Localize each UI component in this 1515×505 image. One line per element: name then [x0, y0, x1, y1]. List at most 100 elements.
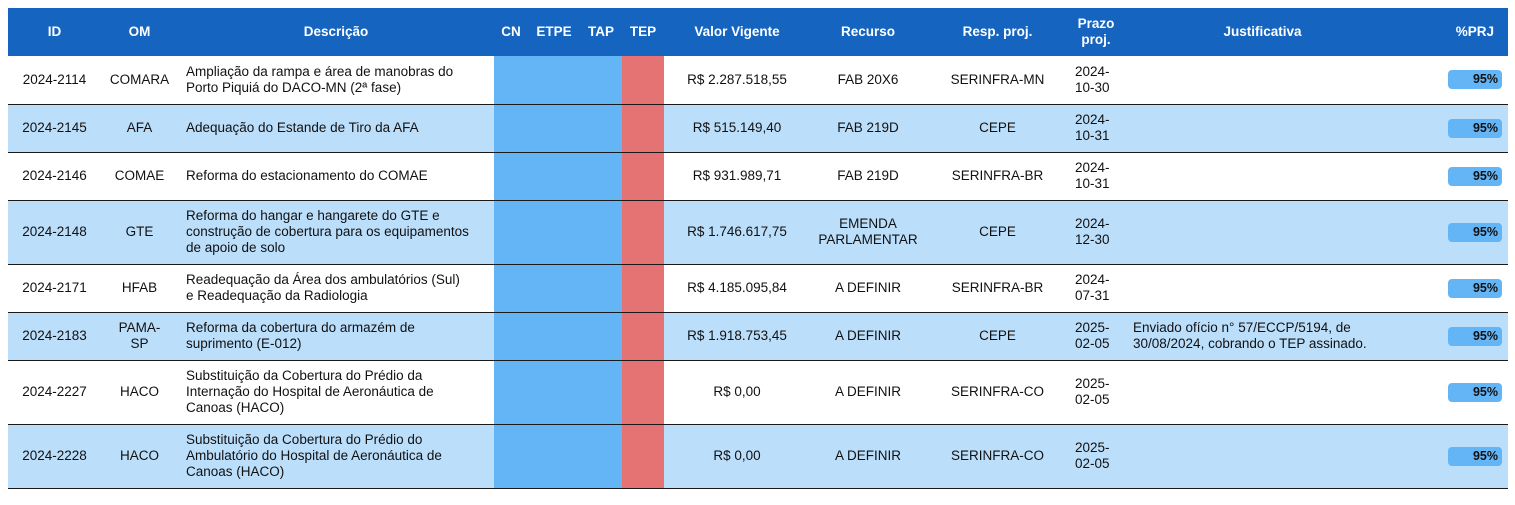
status-cn-cell	[494, 104, 528, 153]
cell-id: 2024-2146	[8, 152, 101, 201]
status-cn-cell	[494, 264, 528, 313]
status-tap-cell	[580, 424, 622, 489]
header-tep[interactable]: TEP	[622, 8, 664, 56]
header-justificativa[interactable]: Justificativa	[1123, 8, 1402, 56]
table-row[interactable]: 2024-2171 HFAB Readequação da Área dos amb…	[8, 264, 1508, 313]
prazo-line: 2024-	[1075, 112, 1110, 127]
recurso-line: FAB 219D	[837, 120, 899, 135]
table-row[interactable]: 2024-2145 AFA Adequação do Estande de Tiro…	[8, 104, 1508, 153]
header-descricao[interactable]: Descrição	[178, 8, 494, 56]
cell-recurso: A DEFINIR	[810, 264, 926, 313]
status-etpe-cell	[528, 200, 580, 265]
om-line: COMARA	[109, 71, 170, 87]
table-body: 2024-2114 COMARA Ampliação da rampa e área…	[8, 56, 1508, 489]
cell-valor-vigente: R$ 0,00	[664, 360, 810, 425]
header-etpe[interactable]: ETPE	[528, 8, 580, 56]
table-row[interactable]: 2024-2183 PAMA- SP Reforma da cobertura do …	[8, 312, 1508, 361]
projects-table-container: ID OM Descrição CN ETPE TAP TEP Valor Vi…	[8, 8, 1508, 489]
cell-descricao: Reforma do estacionamento do COMAE	[178, 152, 494, 201]
om-line: PAMA-	[118, 320, 161, 335]
status-etpe-cell	[528, 264, 580, 313]
cell-valor-vigente: R$ 515.149,40	[664, 104, 810, 153]
status-tep-cell	[622, 312, 664, 361]
prazo-line: 10-30	[1075, 79, 1110, 95]
header-resp-proj[interactable]: Resp. proj.	[926, 8, 1069, 56]
status-tap-cell	[580, 56, 622, 105]
cell-resp-proj: SERINFRA-CO	[926, 360, 1069, 425]
prj-progress-badge: 95%	[1448, 382, 1502, 402]
recurso-line: A DEFINIR	[834, 328, 901, 343]
status-cn-cell	[494, 312, 528, 361]
descricao-line: Porto Piquiá do DACO-MN (2ª fase)	[186, 79, 402, 95]
table-row[interactable]: 2024-2148 GTE Reforma do hangar e hangaret…	[8, 200, 1508, 265]
descricao-line: Internação do Hospital de Aeronáutica de	[186, 384, 434, 399]
cell-resp-proj: SERINFRA-BR	[926, 264, 1069, 313]
cell-om: GTE	[101, 200, 178, 265]
header-row: ID OM Descrição CN ETPE TAP TEP Valor Vi…	[8, 8, 1508, 56]
cell-om: HACO	[101, 360, 178, 425]
status-tap-cell	[580, 312, 622, 361]
prj-progress-badge: 95%	[1448, 166, 1502, 186]
status-tap-cell	[580, 264, 622, 313]
status-cn-cell	[494, 424, 528, 489]
status-tep-cell	[622, 152, 664, 201]
header-prazo-proj[interactable]: Prazo proj.	[1069, 8, 1123, 56]
header-recurso[interactable]: Recurso	[810, 8, 926, 56]
status-cn-cell	[494, 56, 528, 105]
cell-valor-vigente: R$ 4.185.095,84	[664, 264, 810, 313]
prazo-line: 2024-	[1075, 216, 1110, 231]
prazo-line: 02-05	[1075, 392, 1110, 407]
header-om[interactable]: OM	[101, 8, 178, 56]
om-line: GTE	[125, 224, 154, 239]
projects-table: ID OM Descrição CN ETPE TAP TEP Valor Vi…	[8, 8, 1508, 489]
header-prj[interactable]: %PRJ	[1402, 8, 1508, 56]
table-row[interactable]: 2024-2228 HACO Substituição da Cobertura d…	[8, 424, 1508, 489]
status-etpe-cell	[528, 152, 580, 201]
prj-progress-badge: 95%	[1448, 70, 1502, 90]
recurso-line: PARLAMENTAR	[818, 232, 918, 247]
cell-prazo-proj: 2024- 10-31	[1069, 104, 1123, 153]
table-row[interactable]: 2024-2114 COMARA Ampliação da rampa e área…	[8, 56, 1508, 105]
cell-prazo-proj: 2024- 12-30	[1069, 200, 1123, 265]
justificativa-line: Enviado ofício n° 57/ECCP/5194, de	[1133, 320, 1351, 335]
cell-om: AFA	[101, 104, 178, 153]
table-row[interactable]: 2024-2146 COMAE Reforma do estacionamento …	[8, 152, 1508, 201]
cell-prj: 95%	[1402, 56, 1508, 105]
descricao-line: de apoio de solo	[186, 240, 286, 255]
prj-progress-badge: 95%	[1448, 446, 1502, 466]
cell-prazo-proj: 2025- 02-05	[1069, 312, 1123, 361]
cell-id: 2024-2145	[8, 104, 101, 153]
header-tap[interactable]: TAP	[580, 8, 622, 56]
table-row[interactable]: 2024-2227 HACO Substituição da Cobertura d…	[8, 360, 1508, 425]
header-id[interactable]: ID	[8, 8, 101, 56]
cell-resp-proj: CEPE	[926, 104, 1069, 153]
descricao-line: construção de cobertura para os equipame…	[186, 224, 469, 239]
recurso-line: FAB 219D	[837, 168, 899, 183]
prazo-line: 2025-	[1075, 320, 1110, 335]
status-tep-cell	[622, 360, 664, 425]
descricao-line: Ampliação da rampa e área de manobras do	[186, 63, 454, 79]
om-line: AFA	[126, 120, 153, 135]
descricao-line: Reforma do hangar e hangarete do GTE e	[186, 208, 440, 223]
prazo-line: 02-05	[1075, 456, 1110, 471]
status-etpe-cell	[528, 360, 580, 425]
cell-recurso: A DEFINIR	[810, 424, 926, 489]
cell-id: 2024-2183	[8, 312, 101, 361]
cell-resp-proj: CEPE	[926, 200, 1069, 265]
header-cn[interactable]: CN	[494, 8, 528, 56]
header-valor-vigente[interactable]: Valor Vigente	[664, 8, 810, 56]
cell-descricao: Reforma do hangar e hangarete do GTE e co…	[178, 200, 494, 265]
cell-id: 2024-2114	[8, 56, 101, 105]
cell-om: HACO	[101, 424, 178, 489]
cell-recurso: FAB 219D	[810, 152, 926, 201]
prazo-line: 2025-	[1075, 376, 1110, 391]
cell-justificativa	[1123, 424, 1402, 489]
cell-prazo-proj: 2024- 10-31	[1069, 152, 1123, 201]
status-tep-cell	[622, 264, 664, 313]
status-tap-cell	[580, 104, 622, 153]
cell-prj: 95%	[1402, 104, 1508, 153]
cell-prj: 95%	[1402, 424, 1508, 489]
status-cn-cell	[494, 200, 528, 265]
cell-valor-vigente: R$ 1.918.753,45	[664, 312, 810, 361]
header-prazo-line1: Prazo	[1077, 16, 1115, 31]
